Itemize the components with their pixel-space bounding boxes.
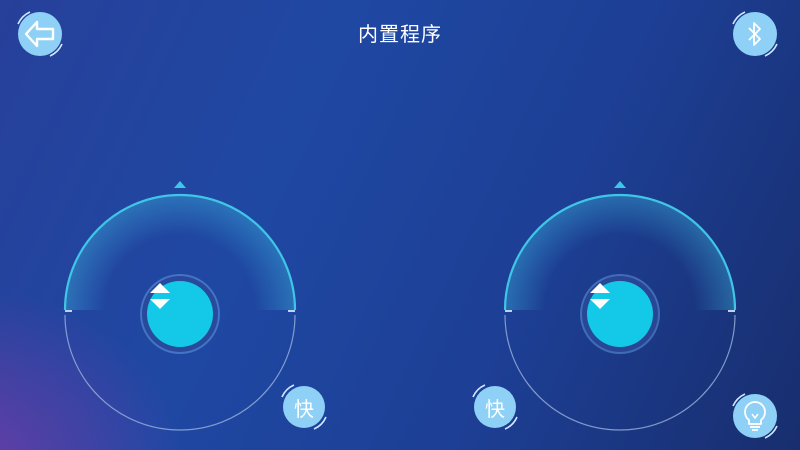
- left-joystick-knob[interactable]: [147, 281, 213, 347]
- bluetooth-icon: [748, 22, 761, 46]
- left-speed-label: 快: [294, 396, 314, 421]
- right-joystick[interactable]: [490, 180, 750, 440]
- up-down-arrows-icon: [590, 283, 610, 309]
- left-speed-button[interactable]: 快: [281, 384, 327, 430]
- light-button[interactable]: [732, 393, 778, 439]
- bluetooth-button[interactable]: [732, 11, 778, 57]
- up-down-arrows-icon: [150, 283, 170, 309]
- right-speed-label: 快: [485, 396, 505, 421]
- left-joystick[interactable]: [50, 180, 310, 440]
- right-speed-button[interactable]: 快: [472, 384, 518, 430]
- right-joystick-knob[interactable]: [587, 281, 653, 347]
- page-title: 内置程序: [358, 22, 442, 46]
- lightbulb-icon: [744, 401, 766, 431]
